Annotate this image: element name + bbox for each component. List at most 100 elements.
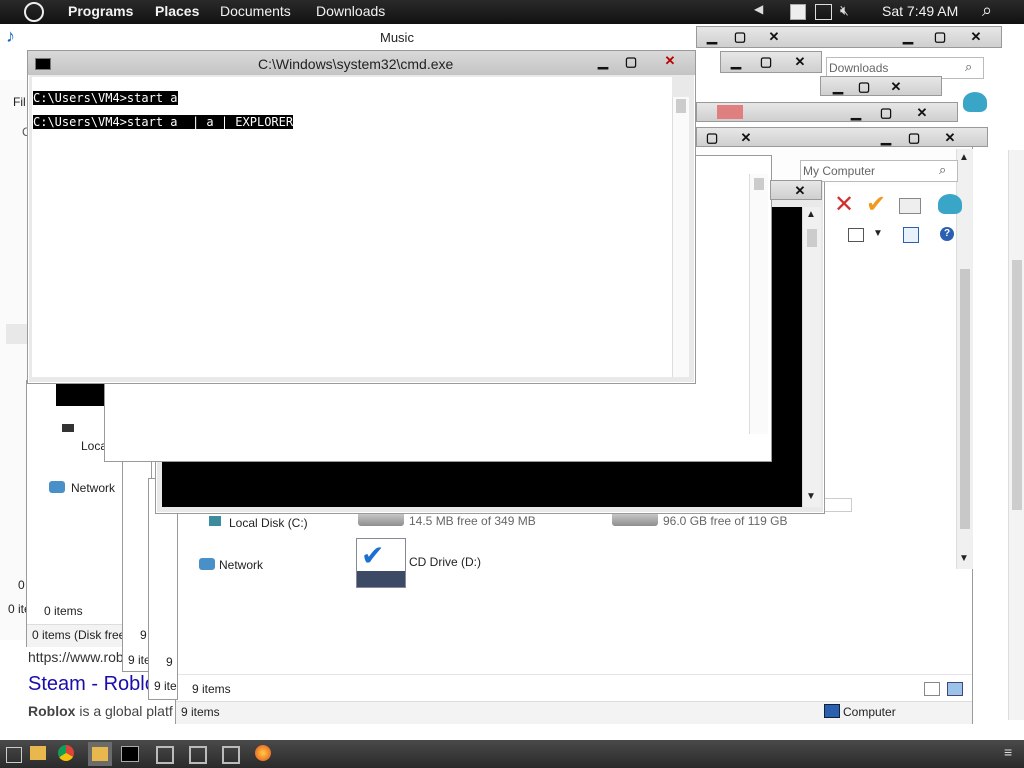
taskbar-menu-icon[interactable]: ≡	[1004, 744, 1012, 760]
search-result-heading[interactable]: Steam - Roblo	[28, 673, 156, 696]
flag-icon[interactable]	[790, 4, 806, 20]
cmd-titlebar[interactable]: C:\Windows\system32\cmd.exe ▁ ▢ ✕	[28, 51, 695, 75]
computer-search-icon[interactable]: ⌕	[939, 162, 946, 178]
white-console-scroll-thumb[interactable]	[754, 178, 764, 190]
places-menu[interactable]: Places	[155, 3, 199, 19]
search-panel-icon[interactable]: ⌕	[982, 0, 992, 21]
shell-icon-top[interactable]	[963, 92, 987, 112]
computer-search-input[interactable]: My Computer	[803, 164, 875, 178]
cmd-title: C:\Windows\system32\cmd.exe	[258, 56, 454, 72]
win4-minimize-icon[interactable]: ▁	[843, 105, 869, 121]
details-view-icon[interactable]	[924, 682, 940, 696]
cd-check-icon: ✔	[361, 540, 385, 571]
cmd-scroll-thumb[interactable]	[676, 99, 686, 113]
console-scroll-down[interactable]: ▼	[806, 491, 816, 502]
items0-disk-label: 0 items (Disk free	[32, 628, 126, 642]
shell-icon[interactable]	[938, 194, 962, 214]
cd-drive-label[interactable]: CD Drive (D:)	[409, 555, 481, 569]
window-task-icon-2[interactable]	[189, 746, 207, 764]
downloads-minimize-icon[interactable]: ▁	[723, 54, 749, 70]
explorer-status-computer: Computer	[843, 705, 896, 719]
large-icons-view-icon[interactable]	[947, 682, 963, 696]
win5-minimize-icon[interactable]: ▢	[699, 130, 725, 146]
window-task-icon-3[interactable]	[222, 746, 240, 764]
console-scrollbar[interactable]: ▲ ▼	[802, 207, 821, 507]
win5-right-close-icon[interactable]: ✕	[937, 130, 963, 146]
win3-minimize-icon[interactable]: ▁	[825, 79, 851, 95]
cd-drive-icon[interactable]: ✔	[356, 538, 406, 588]
titlebar-music[interactable]: ▁ ▢ ✕ ▁ ▢ ✕	[696, 26, 1002, 48]
downloads-close-icon[interactable]: ✕	[787, 54, 813, 70]
win5-right-minimize-icon[interactable]: ▁	[873, 130, 899, 146]
programs-menu[interactable]: Programs	[68, 3, 133, 19]
titlebar-win4[interactable]: ▁ ▢ ✕	[696, 102, 958, 122]
documents-menu[interactable]: Documents	[220, 3, 291, 19]
mail-icon[interactable]	[899, 198, 921, 214]
firefox-icon[interactable]	[255, 745, 271, 761]
white-console-scrollbar[interactable]	[749, 174, 768, 434]
music-right-minimize-icon[interactable]: ▁	[895, 29, 921, 45]
console-scroll-up[interactable]: ▲	[806, 209, 816, 220]
cmd-scrollbar[interactable]	[672, 97, 689, 377]
browser-scrollbar[interactable]	[1008, 150, 1024, 720]
win3-maximize-icon[interactable]: ▢	[851, 79, 877, 95]
taskbar: ≡	[0, 740, 1024, 768]
downloads-menu[interactable]: Downloads	[316, 3, 385, 19]
delete-icon[interactable]: ✕	[834, 190, 854, 219]
cmd-task-icon[interactable]	[121, 746, 139, 762]
scroll-down-icon[interactable]: ▼	[959, 553, 969, 564]
file-manager-icon[interactable]	[30, 746, 46, 760]
network-label-left[interactable]: Network	[71, 481, 115, 495]
music-maximize-icon[interactable]: ▢	[727, 29, 753, 45]
music-close-icon[interactable]: ✕	[761, 29, 787, 45]
explorer-scroll-thumb[interactable]	[960, 269, 970, 529]
downloads-maximize-icon[interactable]: ▢	[753, 54, 779, 70]
browser-scroll-thumb[interactable]	[1012, 260, 1022, 510]
win4-maximize-icon[interactable]: ▢	[873, 105, 899, 121]
titlebar-win6[interactable]: ✕	[770, 180, 822, 200]
nav-network[interactable]: Network	[219, 558, 263, 572]
search-icon[interactable]: ⌕	[965, 59, 972, 75]
win6-close-icon[interactable]: ✕	[787, 183, 813, 199]
nav-local-disk[interactable]: Local Disk (C:)	[229, 516, 308, 530]
browser-url-text[interactable]: https://www.rob	[28, 649, 124, 665]
music-right-maximize-icon[interactable]: ▢	[927, 29, 953, 45]
win4-close-icon[interactable]: ✕	[909, 105, 935, 121]
computer-search-box[interactable]: My Computer ⌕	[800, 160, 958, 182]
volume-muted-icon[interactable]: 🔇︎	[840, 2, 849, 19]
cmd-minimize-icon[interactable]: ▁	[590, 54, 616, 70]
win5-close-icon[interactable]: ✕	[733, 130, 759, 146]
view-options-icon[interactable]	[848, 228, 864, 242]
explorer-task-icon[interactable]	[88, 742, 112, 766]
chrome-icon[interactable]	[58, 745, 74, 761]
cmd-close-icon[interactable]: ✕	[652, 53, 688, 71]
desc-bold: Roblox	[28, 703, 76, 719]
downloads-search-input[interactable]: Downloads	[829, 61, 888, 75]
window-task-icon-1[interactable]	[156, 746, 174, 764]
file-menu-label[interactable]: Fil	[13, 95, 26, 109]
titlebar-downloads[interactable]: ▁ ▢ ✕	[720, 51, 822, 73]
help-icon[interactable]: ?	[940, 227, 954, 241]
items0-label: 0 items	[44, 604, 83, 618]
cmd-console-area[interactable]: C:\Users\VM4>start a C:\Users\VM4>start …	[32, 77, 672, 377]
cmd-window: C:\Windows\system32\cmd.exe ▁ ▢ ✕ C:\Use…	[27, 50, 696, 384]
preview-pane-icon[interactable]	[903, 227, 919, 243]
console-scroll-thumb[interactable]	[807, 229, 817, 247]
app-menu-icon[interactable]	[24, 2, 44, 22]
titlebar-win5[interactable]: ▢ ✕ ▁ ▢ ✕	[696, 127, 988, 147]
win5-right-maximize-icon[interactable]: ▢	[901, 130, 927, 146]
network-status-icon[interactable]	[815, 4, 832, 20]
music-minimize-icon[interactable]: ▁	[699, 29, 725, 45]
back-arrow-icon[interactable]: ◀	[754, 2, 763, 16]
drive1-free: 14.5 MB free of 349 MB	[409, 514, 536, 528]
checkmark-icon[interactable]: ✔	[866, 190, 886, 219]
clock[interactable]: Sat 7:49 AM	[882, 3, 958, 19]
win3-close-icon[interactable]: ✕	[883, 79, 909, 95]
taskbar-start-icon[interactable]	[6, 747, 22, 763]
explorer-status-items: 9 items	[181, 705, 220, 719]
cmd-maximize-icon[interactable]: ▢	[618, 54, 644, 70]
music-right-close-icon[interactable]: ✕	[963, 29, 989, 45]
scroll-up-icon[interactable]: ▲	[959, 152, 969, 163]
view-dropdown-icon[interactable]: ▼	[873, 228, 883, 239]
titlebar-win3[interactable]: ▁ ▢ ✕	[820, 76, 942, 96]
